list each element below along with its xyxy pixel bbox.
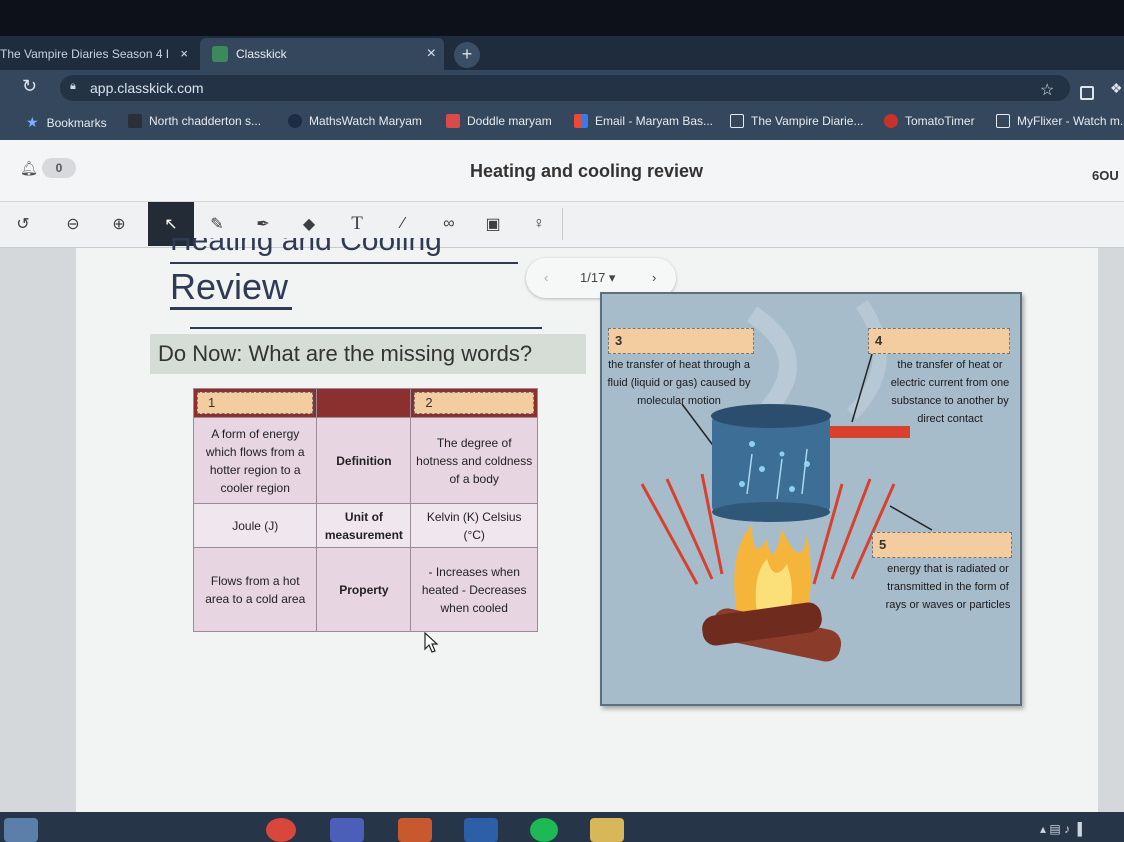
chrome-icon[interactable] bbox=[266, 818, 296, 842]
missing-words-table: 1 2 A form of energy which flows from a … bbox=[192, 388, 538, 632]
bookmark-star-icon[interactable]: ☆ bbox=[1040, 80, 1054, 100]
classkick-favicon-icon bbox=[212, 46, 228, 62]
school-icon bbox=[128, 114, 142, 128]
bookmark-label: The Vampire Diarie... bbox=[751, 114, 864, 128]
bookmark-doddle[interactable]: Doddle maryam bbox=[446, 114, 552, 128]
bookmark-tomatotimer[interactable]: TomatoTimer bbox=[884, 114, 975, 128]
url-text[interactable]: app.classkick.com bbox=[90, 80, 204, 96]
bookmark-north-chadderton[interactable]: North chadderton s... bbox=[128, 114, 261, 128]
table-cell: Kelvin (K) Celsius (°C) bbox=[410, 503, 538, 548]
title-underline bbox=[170, 307, 292, 310]
bookmark-myflixer[interactable]: MyFlixer - Watch m... bbox=[996, 114, 1124, 128]
answer-box-1[interactable]: 1 bbox=[192, 388, 318, 418]
close-tab-icon[interactable]: × bbox=[427, 45, 436, 63]
mouse-cursor-icon bbox=[424, 632, 439, 653]
bookmark-label: Bookmarks bbox=[46, 115, 107, 130]
conduction-definition: the transfer of heat or electric current… bbox=[890, 359, 1010, 425]
system-tray-icon[interactable]: ▴ ▤ ♪ ▐ bbox=[1040, 822, 1082, 836]
answer-box-2[interactable]: 2 bbox=[410, 388, 538, 418]
table-cell: The degree of hotness and coldness of a … bbox=[410, 417, 538, 504]
bookmark-label: Doddle maryam bbox=[467, 114, 552, 128]
tab-classkick[interactable]: Classkick × bbox=[200, 38, 444, 70]
answer-box-5[interactable]: 5 bbox=[872, 532, 1012, 558]
page-selector[interactable]: 1/17 ▾ bbox=[580, 270, 615, 286]
extension-icon[interactable] bbox=[1080, 86, 1094, 100]
lock-icon[interactable]: 🔒︎ bbox=[70, 80, 76, 93]
star-icon: ★ bbox=[26, 114, 39, 130]
bookmark-label: Email - Maryam Bas... bbox=[595, 114, 714, 128]
bookmark-email[interactable]: Email - Maryam Bas... bbox=[574, 114, 713, 128]
screen-bezel bbox=[0, 0, 1124, 38]
close-tab-icon[interactable]: × bbox=[180, 46, 188, 61]
zoom-out-icon[interactable]: ⊖ bbox=[50, 202, 96, 246]
slide-title-partial: Heating and Cooling bbox=[170, 238, 442, 257]
table-cell: Flows from a hot area to a cold area bbox=[192, 547, 318, 632]
next-page-button[interactable]: › bbox=[652, 270, 656, 285]
slide-title: Review bbox=[170, 266, 289, 307]
new-tab-button[interactable]: + bbox=[454, 42, 480, 68]
teams-icon[interactable] bbox=[330, 818, 364, 842]
word-icon[interactable] bbox=[464, 818, 498, 842]
do-now-prompt: Do Now: What are the missing words? bbox=[158, 341, 533, 366]
file-explorer-icon[interactable] bbox=[590, 818, 624, 842]
divider-line bbox=[190, 327, 542, 329]
table-cell: A form of energy which flows from a hott… bbox=[192, 417, 318, 504]
film-icon bbox=[996, 114, 1010, 128]
table-row-label: Definition bbox=[316, 417, 412, 504]
os-taskbar bbox=[0, 812, 1124, 842]
tab-title: Classkick bbox=[236, 47, 287, 61]
office-icon bbox=[574, 114, 588, 128]
film-icon bbox=[730, 114, 744, 128]
radiation-definition: energy that is radiated or transmitted i… bbox=[885, 563, 1011, 611]
bookmark-mathswatch[interactable]: MathsWatch Maryam bbox=[288, 114, 422, 128]
tomato-icon bbox=[884, 114, 898, 128]
spotify-icon[interactable] bbox=[530, 818, 558, 842]
bell-icon[interactable]: 🔔︎ bbox=[20, 160, 38, 177]
bookmark-label: North chadderton s... bbox=[149, 114, 262, 128]
tab-title: The Vampire Diaries Season 4 Ep bbox=[0, 47, 168, 61]
zoom-in-icon[interactable]: ⊕ bbox=[96, 202, 142, 246]
bookmark-label: TomatoTimer bbox=[905, 114, 975, 128]
answer-box-4[interactable]: 4 bbox=[868, 328, 1010, 354]
notification-count-badge[interactable]: 0 bbox=[42, 158, 76, 178]
previous-page-button[interactable]: ‹ bbox=[544, 270, 548, 285]
mathswatch-icon bbox=[288, 114, 302, 128]
assignment-code: 6OU bbox=[1092, 168, 1119, 183]
undo-icon[interactable]: ↺ bbox=[0, 202, 46, 246]
answer-box-3[interactable]: 3 bbox=[608, 328, 754, 354]
powerpoint-icon[interactable] bbox=[398, 818, 432, 842]
toolbar-divider bbox=[562, 208, 563, 240]
address-bar[interactable] bbox=[60, 75, 1070, 101]
table-cell: Joule (J) bbox=[192, 503, 318, 548]
table-cell: - Increases when heated - Decreases when… bbox=[410, 547, 538, 632]
start-icon[interactable] bbox=[4, 818, 38, 842]
doddle-icon bbox=[446, 114, 460, 128]
page-title: Heating and cooling review bbox=[470, 161, 704, 181]
bookmark-vampire-diaries[interactable]: The Vampire Diarie... bbox=[730, 114, 863, 128]
convection-definition: the transfer of heat through a fluid (li… bbox=[607, 359, 751, 407]
reload-icon[interactable]: ↻ bbox=[22, 76, 37, 97]
puzzle-extension-icon[interactable]: ❖ bbox=[1110, 80, 1123, 97]
table-row-label: Property bbox=[316, 547, 412, 632]
table-row-label: Unit of measurement bbox=[316, 503, 412, 548]
bookmark-label: MyFlixer - Watch m... bbox=[1017, 114, 1124, 128]
table-header-blank bbox=[316, 388, 412, 418]
heat-transfer-diagram: 3 the transfer of heat through a fluid (… bbox=[600, 292, 1022, 706]
bookmark-bookmarks[interactable]: ★ Bookmarks bbox=[26, 114, 107, 131]
bookmark-label: MathsWatch Maryam bbox=[309, 114, 422, 128]
tab-vampire-diaries[interactable]: The Vampire Diaries Season 4 Ep × bbox=[0, 38, 198, 70]
title-underline bbox=[170, 262, 518, 264]
